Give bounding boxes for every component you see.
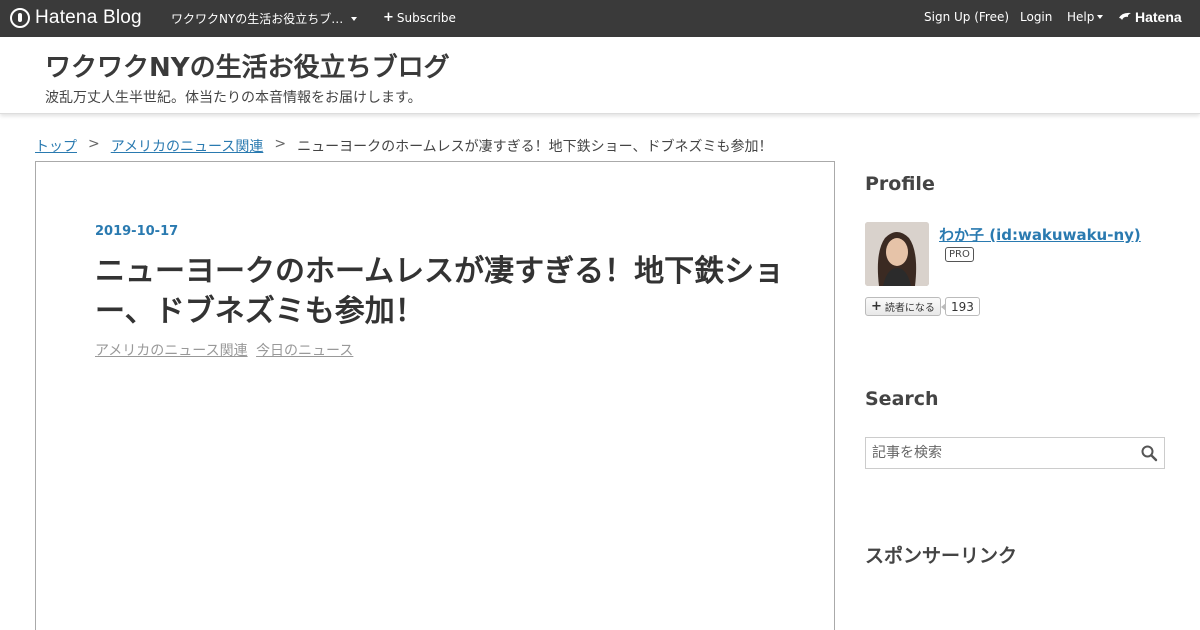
signup-link[interactable]: Sign Up (Free) — [924, 10, 1009, 24]
breadcrumb-category-link[interactable]: アメリカのニュース関連 — [111, 136, 264, 156]
article-categories: アメリカのニュース関連 今日のニュース — [95, 340, 357, 360]
reader-button-label: 読者になる — [884, 303, 935, 314]
search-module-title: Search — [865, 388, 939, 410]
profile-module-title: Profile — [865, 173, 935, 195]
avatar-image — [865, 222, 929, 286]
pro-badge: PRO — [945, 247, 974, 262]
search-form — [865, 437, 1165, 469]
article-title[interactable]: ニューヨークのホームレスが凄すぎる！地下鉄ショー、ドブネズミも参加！ — [95, 252, 785, 332]
blog-switcher-label: ワクワクNYの生活お役立ちブ… — [171, 12, 344, 26]
hatena-logo[interactable]: Hatena — [1118, 9, 1182, 25]
subscribe-reader-button[interactable]: + 読者になる — [865, 297, 941, 316]
global-header: Hatena Blog ワクワクNYの生活お役立ちブ… + Subscribe … — [0, 0, 1200, 37]
search-icon[interactable] — [1140, 444, 1158, 462]
chevron-down-icon — [1097, 15, 1104, 19]
chevron-down-icon — [351, 16, 358, 21]
plus-icon: + — [383, 10, 394, 25]
breadcrumb-separator: > — [88, 136, 100, 152]
help-label: Help — [1067, 10, 1095, 24]
subscribe-label: Subscribe — [396, 10, 456, 25]
hatena-blog-logo[interactable]: Hatena Blog — [10, 6, 142, 30]
hatena-logo-text: Hatena — [1135, 9, 1182, 25]
sponsored-links-title: スポンサーリンク — [865, 545, 1018, 567]
hatena-bird-icon — [1119, 12, 1131, 20]
breadcrumb-separator: > — [274, 136, 287, 152]
avatar[interactable] — [865, 222, 929, 286]
subscribe-button[interactable]: + Subscribe — [383, 10, 456, 25]
breadcrumb-top-link[interactable]: トップ — [35, 136, 77, 156]
login-link[interactable]: Login — [1020, 10, 1052, 24]
reader-count[interactable]: 193 — [941, 297, 980, 316]
blog-description: 波乱万丈人生半世紀。体当たりの本音情報をお届けします。 — [45, 90, 422, 106]
blog-header: ワクワクNYの生活お役立ちブログ 波乱万丈人生半世紀。体当たりの本音情報をお届け… — [0, 37, 1200, 114]
blog-switcher-dropdown[interactable]: ワクワクNYの生活お役立ちブ… — [171, 10, 358, 27]
help-dropdown[interactable]: Help — [1067, 10, 1104, 24]
search-input[interactable] — [866, 438, 1136, 468]
category-link[interactable]: 今日のニュース — [256, 343, 353, 359]
breadcrumb: トップ > アメリカのニュース関連 > ニューヨークのホームレスが凄すぎる！地下… — [35, 136, 773, 156]
logo-text: Hatena Blog — [35, 7, 142, 28]
article-card: 2019-10-17 ニューヨークのホームレスが凄すぎる！地下鉄ショー、ドブネズ… — [35, 161, 835, 630]
blog-title[interactable]: ワクワクNYの生活お役立ちブログ — [45, 47, 450, 84]
plus-icon: + — [871, 299, 882, 314]
article-date[interactable]: 2019-10-17 — [95, 224, 178, 239]
hatena-blog-logo-icon — [10, 8, 30, 28]
breadcrumb-current: ニューヨークのホームレスが凄すぎる！地下鉄ショー、ドブネズミも参加！ — [297, 139, 773, 155]
profile-name-link[interactable]: わか子 (id:wakuwaku-ny) — [939, 224, 1141, 245]
category-link[interactable]: アメリカのニュース関連 — [95, 343, 248, 359]
